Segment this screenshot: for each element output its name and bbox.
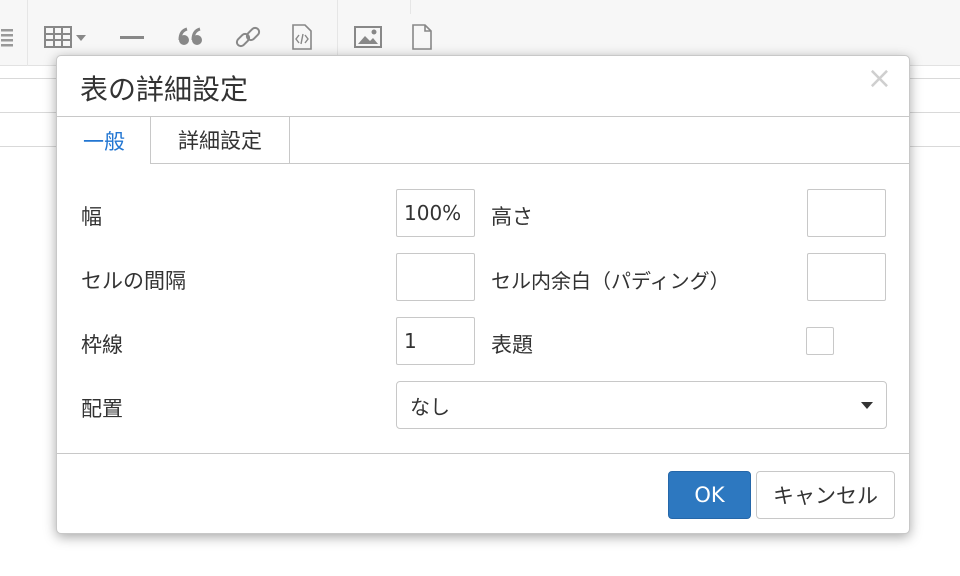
tab-general[interactable]: 一般 xyxy=(57,117,151,164)
width-label: 幅 xyxy=(81,205,102,229)
caption-checkbox[interactable] xyxy=(806,327,834,355)
tab-advanced[interactable]: 詳細設定 xyxy=(150,117,290,164)
cancel-button[interactable]: キャンセル xyxy=(756,471,895,519)
horizontal-rule-icon[interactable] xyxy=(115,20,149,54)
footer-divider xyxy=(57,453,909,454)
editor-table-line xyxy=(910,78,960,79)
dropdown-arrow-icon xyxy=(861,402,873,409)
alignment-select[interactable]: なし xyxy=(396,381,887,429)
editor-table-line xyxy=(910,146,960,147)
editor-table-line xyxy=(0,78,58,79)
editor-table-line xyxy=(910,112,960,113)
alignment-label: 配置 xyxy=(81,397,123,421)
close-icon[interactable]: × xyxy=(867,64,892,94)
list-icon[interactable] xyxy=(0,20,20,54)
alignment-select-value: なし xyxy=(410,394,450,419)
table-properties-dialog: 表の詳細設定 × 一般 詳細設定 幅 100% 高さ セルの間隔 セル内余白（パ… xyxy=(56,55,910,534)
border-input[interactable]: 1 xyxy=(396,317,475,365)
image-icon[interactable] xyxy=(351,20,385,54)
ok-button[interactable]: OK xyxy=(668,471,751,519)
dialog-title: 表の詳細設定 xyxy=(80,73,249,106)
tab-divider xyxy=(289,163,909,164)
editor-table-line xyxy=(0,146,58,147)
border-label: 枠線 xyxy=(81,333,123,357)
width-input[interactable]: 100% xyxy=(396,189,475,237)
toolbar-separator xyxy=(410,0,411,14)
cell-spacing-input[interactable] xyxy=(396,253,475,301)
code-view-icon[interactable] xyxy=(285,20,319,54)
editor-table-line xyxy=(0,112,58,113)
table-icon[interactable] xyxy=(42,20,90,54)
height-label: 高さ xyxy=(491,205,533,229)
link-icon[interactable] xyxy=(231,20,265,54)
caption-label: 表題 xyxy=(491,333,533,357)
cell-padding-label: セル内余白（パディング） xyxy=(491,269,730,293)
cell-padding-input[interactable] xyxy=(807,253,886,301)
file-icon[interactable] xyxy=(405,20,439,54)
blockquote-icon[interactable] xyxy=(174,20,208,54)
toolbar-separator xyxy=(27,0,28,66)
height-input[interactable] xyxy=(807,189,886,237)
cell-spacing-label: セルの間隔 xyxy=(81,269,186,293)
